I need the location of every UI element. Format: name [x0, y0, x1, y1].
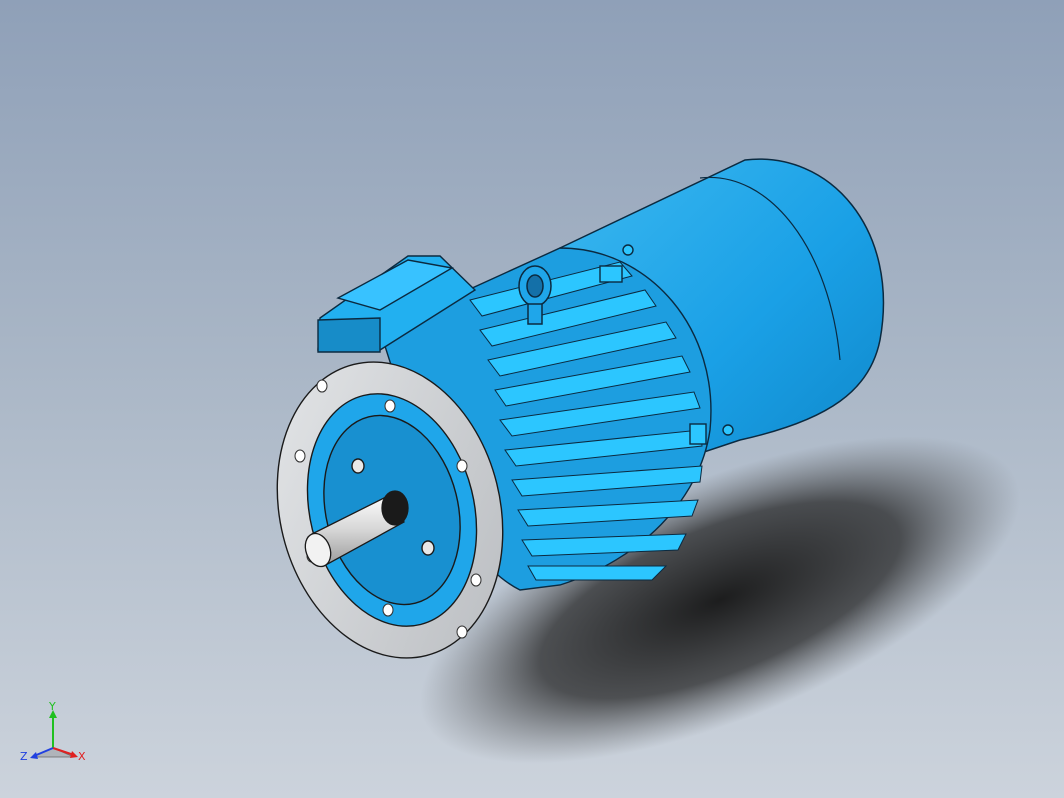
- y-axis-label: Y: [48, 700, 56, 713]
- shaft-bearing: [381, 490, 409, 526]
- bolt-head: [722, 424, 734, 436]
- z-axis-label: Z: [20, 750, 28, 763]
- end-shield-screw: [421, 540, 435, 556]
- x-axis-label: X: [78, 750, 86, 763]
- end-shield-screw: [351, 458, 365, 474]
- coordinate-triad-icon[interactable]: Y X Z: [18, 700, 88, 770]
- x-axis-arrow: [70, 751, 78, 758]
- fin-boss: [599, 265, 623, 283]
- motor-model[interactable]: [0, 0, 1064, 798]
- fin-boss: [689, 423, 707, 445]
- z-axis-arrow: [30, 752, 38, 759]
- cad-viewport[interactable]: Y X Z: [0, 0, 1064, 798]
- bolt-head: [622, 244, 634, 256]
